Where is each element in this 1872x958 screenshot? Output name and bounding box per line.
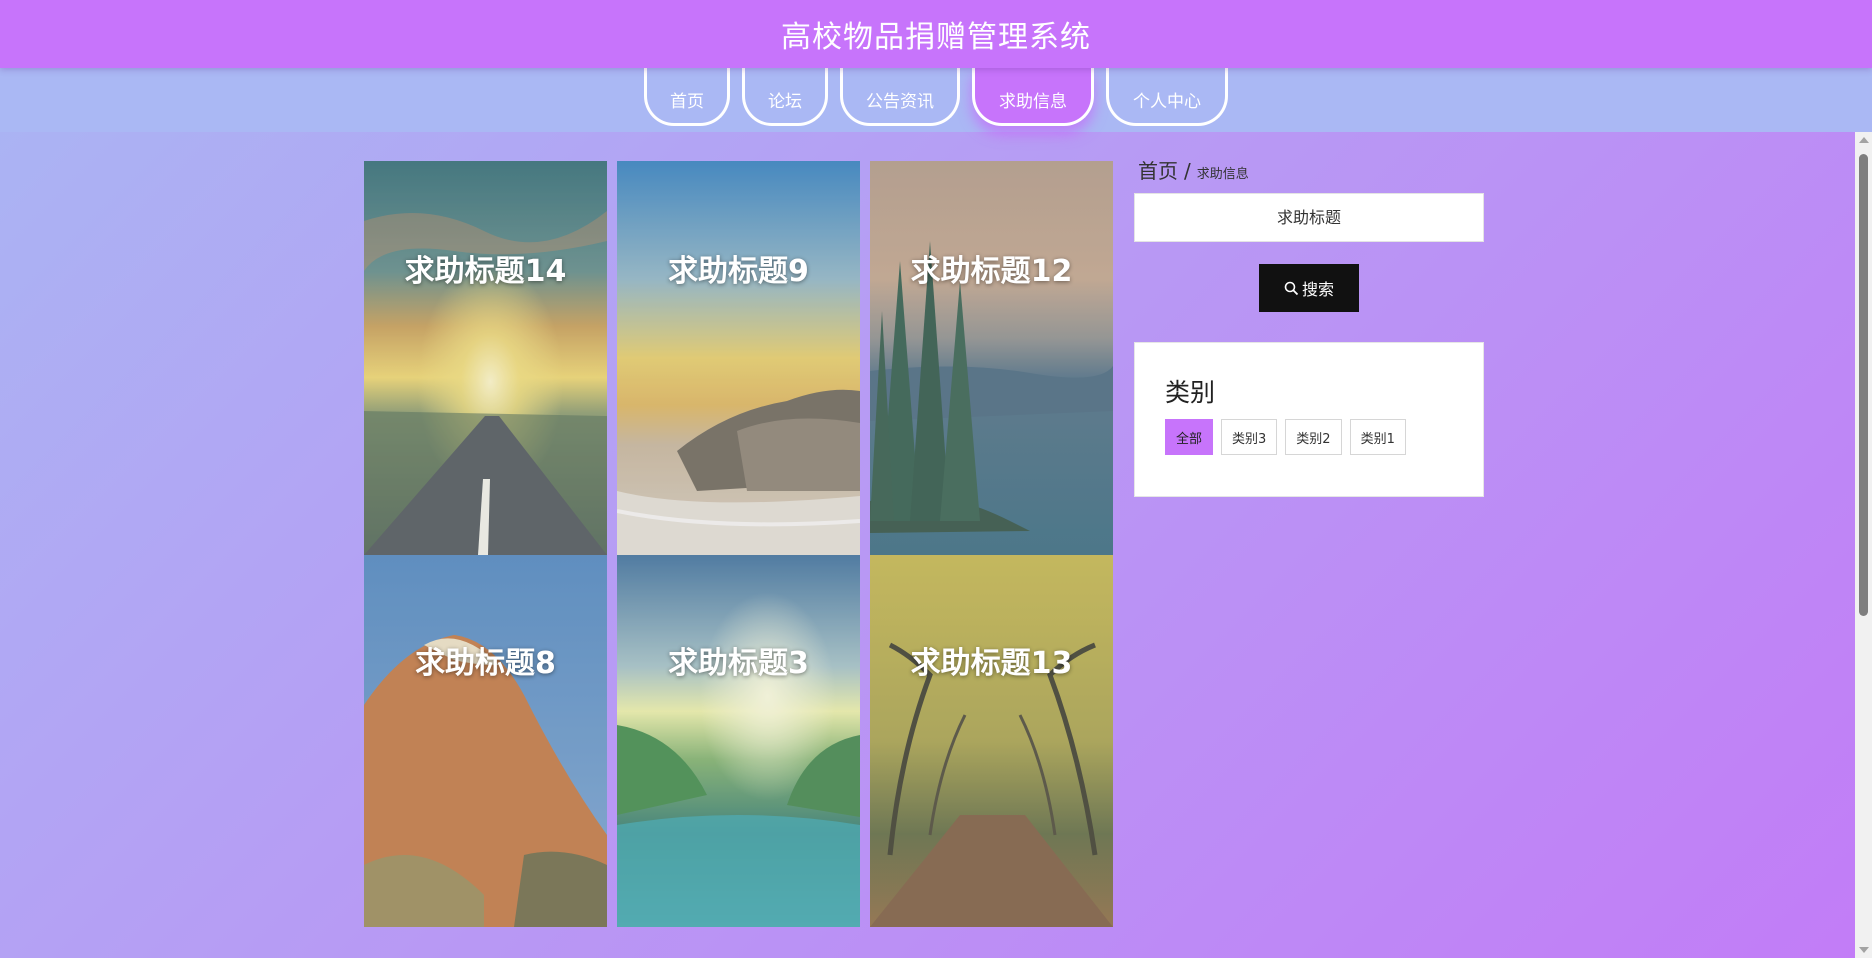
card-title: 求助标题12 <box>910 254 1073 289</box>
nav-tab-forum[interactable]: 论坛 <box>742 68 828 126</box>
help-card[interactable]: 求助标题8 <box>364 555 607 927</box>
card-overlay <box>364 161 607 555</box>
card-title: 求助标题8 <box>415 646 556 681</box>
category-chip-1[interactable]: 类别1 <box>1349 419 1406 455</box>
help-card[interactable]: 求助标题9 <box>617 161 860 555</box>
nav-strip: 首页 论坛 公告资讯 求助信息 个人中心 <box>0 68 1872 132</box>
site-title: 高校物品捐赠管理系统 <box>781 20 1091 55</box>
help-card[interactable]: 求助标题14 <box>364 161 607 555</box>
breadcrumb-current: 求助信息 <box>1196 167 1249 182</box>
card-overlay <box>870 555 1113 927</box>
help-card[interactable]: 求助标题13 <box>870 555 1113 927</box>
nav-tab-announcements[interactable]: 公告资讯 <box>840 68 960 126</box>
category-chip-all[interactable]: 全部 <box>1165 419 1214 455</box>
category-panel: 类别 全部 类别3 类别2 类别1 <box>1134 342 1484 497</box>
help-card[interactable]: 求助标题12 <box>870 161 1113 555</box>
nav-tab-personal-center[interactable]: 个人中心 <box>1106 68 1228 126</box>
page-scrollbar[interactable] <box>1855 132 1872 958</box>
card-overlay <box>870 161 1113 555</box>
category-list: 全部 类别3 类别2 类别1 <box>1165 419 1406 455</box>
search-button[interactable]: 搜索 <box>1259 264 1359 312</box>
breadcrumb-home-link[interactable]: 首页 <box>1138 155 1178 184</box>
breadcrumb: 首页 / 求助信息 <box>1138 155 1249 184</box>
scroll-up-arrow-icon[interactable] <box>1859 137 1869 143</box>
scrollbar-thumb[interactable] <box>1859 154 1868 616</box>
card-overlay <box>617 555 860 927</box>
card-title: 求助标题14 <box>404 254 567 289</box>
card-overlay <box>364 555 607 927</box>
search-icon <box>1284 281 1299 295</box>
search-button-label: 搜索 <box>1301 280 1334 299</box>
card-title: 求助标题3 <box>668 646 809 681</box>
top-header-bar: 高校物品捐赠管理系统 <box>0 0 1872 68</box>
help-card[interactable]: 求助标题3 <box>617 555 860 927</box>
nav-tab-home[interactable]: 首页 <box>644 68 730 126</box>
nav-tab-help-info[interactable]: 求助信息 <box>972 68 1094 126</box>
scroll-down-arrow-icon[interactable] <box>1859 947 1869 953</box>
card-overlay <box>617 161 860 555</box>
main-nav: 首页 论坛 公告资讯 求助信息 个人中心 <box>0 68 1872 126</box>
card-title: 求助标题9 <box>668 254 809 289</box>
category-title: 类别 <box>1165 378 1216 407</box>
card-title: 求助标题13 <box>910 646 1073 681</box>
breadcrumb-separator: / <box>1184 159 1191 183</box>
category-chip-2[interactable]: 类别2 <box>1285 419 1342 455</box>
category-chip-3[interactable]: 类别3 <box>1221 419 1278 455</box>
search-input[interactable] <box>1134 193 1484 242</box>
